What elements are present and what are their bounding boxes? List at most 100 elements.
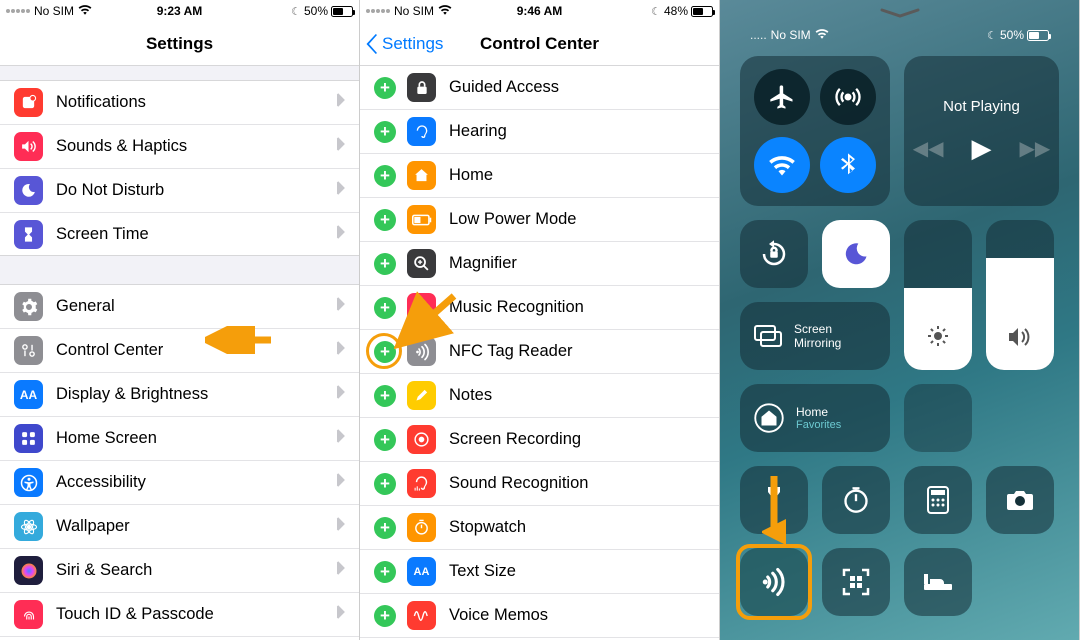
row-label: Touch ID & Passcode — [56, 605, 214, 624]
control-center-panel: ..... No SIM ☾ 50% — [720, 0, 1080, 640]
settings-row[interactable]: Notifications — [0, 80, 359, 124]
home-label: Home — [796, 405, 841, 419]
add-button[interactable]: + — [374, 121, 396, 143]
row-label: Screen Time — [56, 225, 149, 244]
carrier-label: No SIM — [771, 28, 811, 42]
dnd-icon — [14, 176, 43, 205]
calculator-button[interactable] — [904, 466, 972, 534]
dnd-button[interactable] — [822, 220, 890, 288]
low-power-icon — [407, 205, 436, 234]
page-title: Settings — [146, 34, 213, 54]
chevron-right-icon — [336, 137, 345, 156]
row-label: Home Screen — [56, 429, 157, 448]
wifi-icon — [78, 4, 92, 18]
pull-down-handle[interactable] — [720, 0, 1079, 18]
back-button[interactable]: Settings — [366, 34, 443, 54]
text-size-icon: AA — [407, 557, 436, 586]
chevron-right-icon — [336, 517, 345, 536]
general-icon — [14, 292, 43, 321]
qr-scanner-button[interactable] — [822, 548, 890, 616]
add-button[interactable]: + — [374, 429, 396, 451]
screen-mirroring-label2: Mirroring — [794, 336, 841, 350]
settings-row[interactable]: Home Screen — [0, 416, 359, 460]
cellular-data-button[interactable] — [820, 69, 876, 125]
add-button[interactable]: + — [374, 77, 396, 99]
settings-row[interactable]: Screen Time — [0, 212, 359, 256]
nav-bar: Settings — [0, 22, 359, 66]
row-label: Screen Recording — [449, 430, 581, 449]
chevron-right-icon — [336, 429, 345, 448]
add-control-row: + AA Text Size — [360, 550, 719, 594]
row-label: Notes — [449, 386, 492, 405]
settings-row[interactable]: General — [0, 284, 359, 328]
row-label: General — [56, 297, 115, 316]
guided-access-icon — [407, 73, 436, 102]
sound-recognition-icon — [407, 469, 436, 498]
add-button[interactable]: + — [374, 209, 396, 231]
battery-icon — [1027, 30, 1049, 41]
empty-tile[interactable] — [904, 384, 972, 452]
carrier-label: No SIM — [34, 4, 74, 18]
sounds-icon — [14, 132, 43, 161]
media-next-button[interactable]: ▶▶ — [1020, 136, 1051, 161]
screen-recording-icon — [407, 425, 436, 454]
nfc-reader-button[interactable] — [740, 548, 808, 616]
chevron-right-icon — [336, 561, 345, 580]
orientation-lock-button[interactable] — [740, 220, 808, 288]
add-button[interactable]: + — [374, 385, 396, 407]
battery-percent: 48% — [664, 4, 688, 18]
add-control-row: +Guided Access — [360, 66, 719, 110]
add-button[interactable]: + — [374, 341, 396, 363]
wifi-button[interactable] — [754, 137, 810, 193]
settings-row[interactable]: Do Not Disturb — [0, 168, 359, 212]
add-button[interactable]: + — [374, 517, 396, 539]
stopwatch-icon — [407, 513, 436, 542]
row-label: Display & Brightness — [56, 385, 208, 404]
sleep-button[interactable] — [904, 548, 972, 616]
chevron-right-icon — [336, 385, 345, 404]
signal-dots-icon — [366, 9, 390, 13]
add-button[interactable]: + — [374, 605, 396, 627]
settings-row[interactable]: Touch ID & Passcode — [0, 592, 359, 636]
flashlight-button[interactable] — [740, 466, 808, 534]
connectivity-tile[interactable] — [740, 56, 890, 206]
add-button[interactable]: + — [374, 165, 396, 187]
status-bar: ..... No SIM ☾ 50% — [720, 18, 1079, 42]
settings-row[interactable]: Accessibility — [0, 460, 359, 504]
add-button[interactable]: + — [374, 297, 396, 319]
settings-row[interactable]: Siri & Search — [0, 548, 359, 592]
settings-row[interactable]: SOSEmergency SOS — [0, 636, 359, 640]
settings-row[interactable]: Sounds & Haptics — [0, 124, 359, 168]
add-button[interactable]: + — [374, 473, 396, 495]
row-label: Sounds & Haptics — [56, 137, 187, 156]
chevron-right-icon — [336, 341, 345, 360]
nav-bar: Settings Control Center — [360, 22, 719, 66]
signal-dots-icon — [6, 9, 30, 13]
add-button[interactable]: + — [374, 253, 396, 275]
add-control-row: +NFC Tag Reader — [360, 330, 719, 374]
media-play-button[interactable]: ▶ — [972, 133, 992, 164]
screen-mirroring-button[interactable]: Screen Mirroring — [740, 302, 890, 370]
add-button[interactable]: + — [374, 561, 396, 583]
settings-row[interactable]: AADisplay & Brightness — [0, 372, 359, 416]
row-label: Text Size — [449, 562, 516, 581]
media-tile[interactable]: Not Playing ◀◀ ▶ ▶▶ — [904, 56, 1059, 206]
voice-memos-icon — [407, 601, 436, 630]
add-control-row: +Magnifier — [360, 242, 719, 286]
wifi-icon — [438, 4, 452, 18]
home-tile[interactable]: Home Favorites — [740, 384, 890, 452]
camera-button[interactable] — [986, 466, 1054, 534]
add-control-row: +Home — [360, 154, 719, 198]
timer-button[interactable] — [822, 466, 890, 534]
media-prev-button[interactable]: ◀◀ — [913, 136, 944, 161]
airplane-mode-button[interactable] — [754, 69, 810, 125]
carrier-label: No SIM — [394, 4, 434, 18]
row-label: Music Recognition — [449, 298, 584, 317]
dnd-moon-icon: ☾ — [651, 5, 661, 18]
volume-slider[interactable] — [986, 220, 1054, 370]
brightness-slider[interactable] — [904, 220, 972, 370]
settings-row[interactable]: Control Center — [0, 328, 359, 372]
settings-row[interactable]: Wallpaper — [0, 504, 359, 548]
bluetooth-button[interactable] — [820, 137, 876, 193]
back-label: Settings — [382, 34, 443, 54]
